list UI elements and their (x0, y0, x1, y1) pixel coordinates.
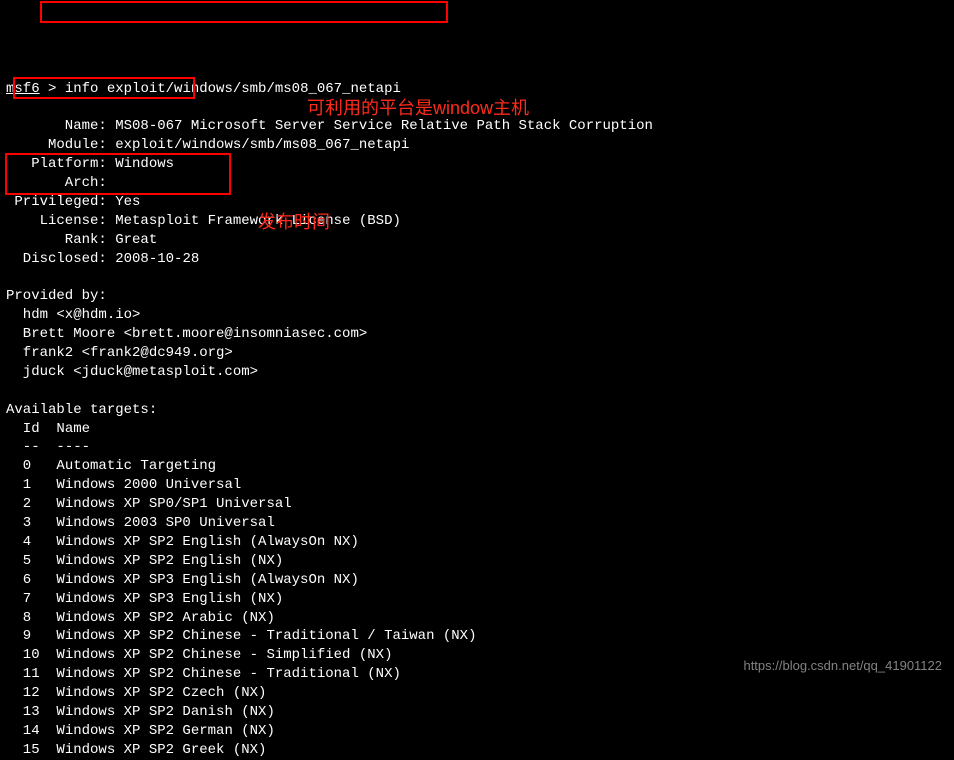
target-id: 4 (6, 534, 40, 550)
info-arch-label: Arch: (6, 175, 107, 191)
target-id: 5 (6, 553, 40, 569)
target-id: 15 (6, 742, 40, 758)
target-name: Windows XP SP0/SP1 Universal (40, 496, 292, 512)
targets-col-name: Name (40, 421, 90, 437)
targets-sep-id: -- (6, 439, 40, 455)
target-name: Windows XP SP2 Czech (NX) (40, 685, 267, 701)
target-id: 1 (6, 477, 40, 493)
target-id: 11 (6, 666, 40, 682)
prompt-label: msf6 (6, 81, 40, 97)
target-name: Windows XP SP2 Arabic (NX) (40, 610, 275, 626)
target-name: Automatic Targeting (40, 458, 216, 474)
target-id: 12 (6, 685, 40, 701)
target-name: Windows XP SP2 Greek (NX) (40, 742, 267, 758)
info-rank-value: Great (107, 232, 157, 248)
info-module-value: exploit/windows/smb/ms08_067_netapi (107, 137, 409, 153)
annotation-platform: 可利用的平台是window主机 (307, 96, 529, 120)
target-name: Windows XP SP2 Chinese - Traditional / T… (40, 628, 477, 644)
info-privileged-label: Privileged: (6, 194, 107, 210)
target-name: Windows XP SP2 German (NX) (40, 723, 275, 739)
target-name: Windows XP SP2 English (NX) (40, 553, 284, 569)
target-id: 6 (6, 572, 40, 588)
author-line: hdm <x@hdm.io> (6, 307, 140, 323)
info-module-label: Module: (6, 137, 107, 153)
target-id: 13 (6, 704, 40, 720)
author-line: frank2 <frank2@dc949.org> (6, 345, 233, 361)
target-name: Windows 2000 Universal (40, 477, 242, 493)
info-name-label: Name: (6, 118, 107, 134)
info-platform-label: Platform: (6, 156, 107, 172)
command-text[interactable]: info exploit/windows/smb/ms08_067_netapi (65, 81, 401, 97)
target-name: Windows XP SP2 Chinese - Traditional (NX… (40, 666, 401, 682)
author-line: Brett Moore <brett.moore@insomniasec.com… (6, 326, 367, 342)
info-disclosed-label: Disclosed: (6, 251, 107, 267)
target-name: Windows 2003 SP0 Universal (40, 515, 275, 531)
target-id: 0 (6, 458, 40, 474)
terminal-prompt: msf6 > info exploit/windows/smb/ms08_067… (6, 81, 401, 97)
target-id: 3 (6, 515, 40, 531)
targets-col-id: Id (6, 421, 40, 437)
target-name: Windows XP SP3 English (NX) (40, 591, 284, 607)
target-id: 7 (6, 591, 40, 607)
info-arch-value (107, 175, 115, 191)
target-name: Windows XP SP2 Danish (NX) (40, 704, 275, 720)
targets-sep-name: ---- (40, 439, 90, 455)
highlight-command (40, 1, 448, 23)
target-id: 10 (6, 647, 40, 663)
provided-by-header: Provided by: (6, 288, 107, 304)
target-name: Windows XP SP2 English (AlwaysOn NX) (40, 534, 359, 550)
prompt-symbol: > (40, 81, 65, 97)
watermark: https://blog.csdn.net/qq_41901122 (743, 657, 942, 675)
target-id: 14 (6, 723, 40, 739)
target-id: 2 (6, 496, 40, 512)
info-privileged-value: Yes (107, 194, 141, 210)
info-rank-label: Rank: (6, 232, 107, 248)
target-id: 9 (6, 628, 40, 644)
target-id: 8 (6, 610, 40, 626)
target-name: Windows XP SP2 Chinese - Simplified (NX) (40, 647, 393, 663)
author-line: jduck <jduck@metasploit.com> (6, 364, 258, 380)
info-license-value: Metasploit Framework License (BSD) (107, 213, 401, 229)
target-name: Windows XP SP3 English (AlwaysOn NX) (40, 572, 359, 588)
info-disclosed-value: 2008-10-28 (107, 251, 199, 267)
targets-header: Available targets: (6, 402, 157, 418)
info-license-label: License: (6, 213, 107, 229)
info-platform-value: Windows (107, 156, 174, 172)
annotation-disclosed: 发布时间 (258, 210, 330, 234)
info-name-value: MS08-067 Microsoft Server Service Relati… (107, 118, 653, 134)
